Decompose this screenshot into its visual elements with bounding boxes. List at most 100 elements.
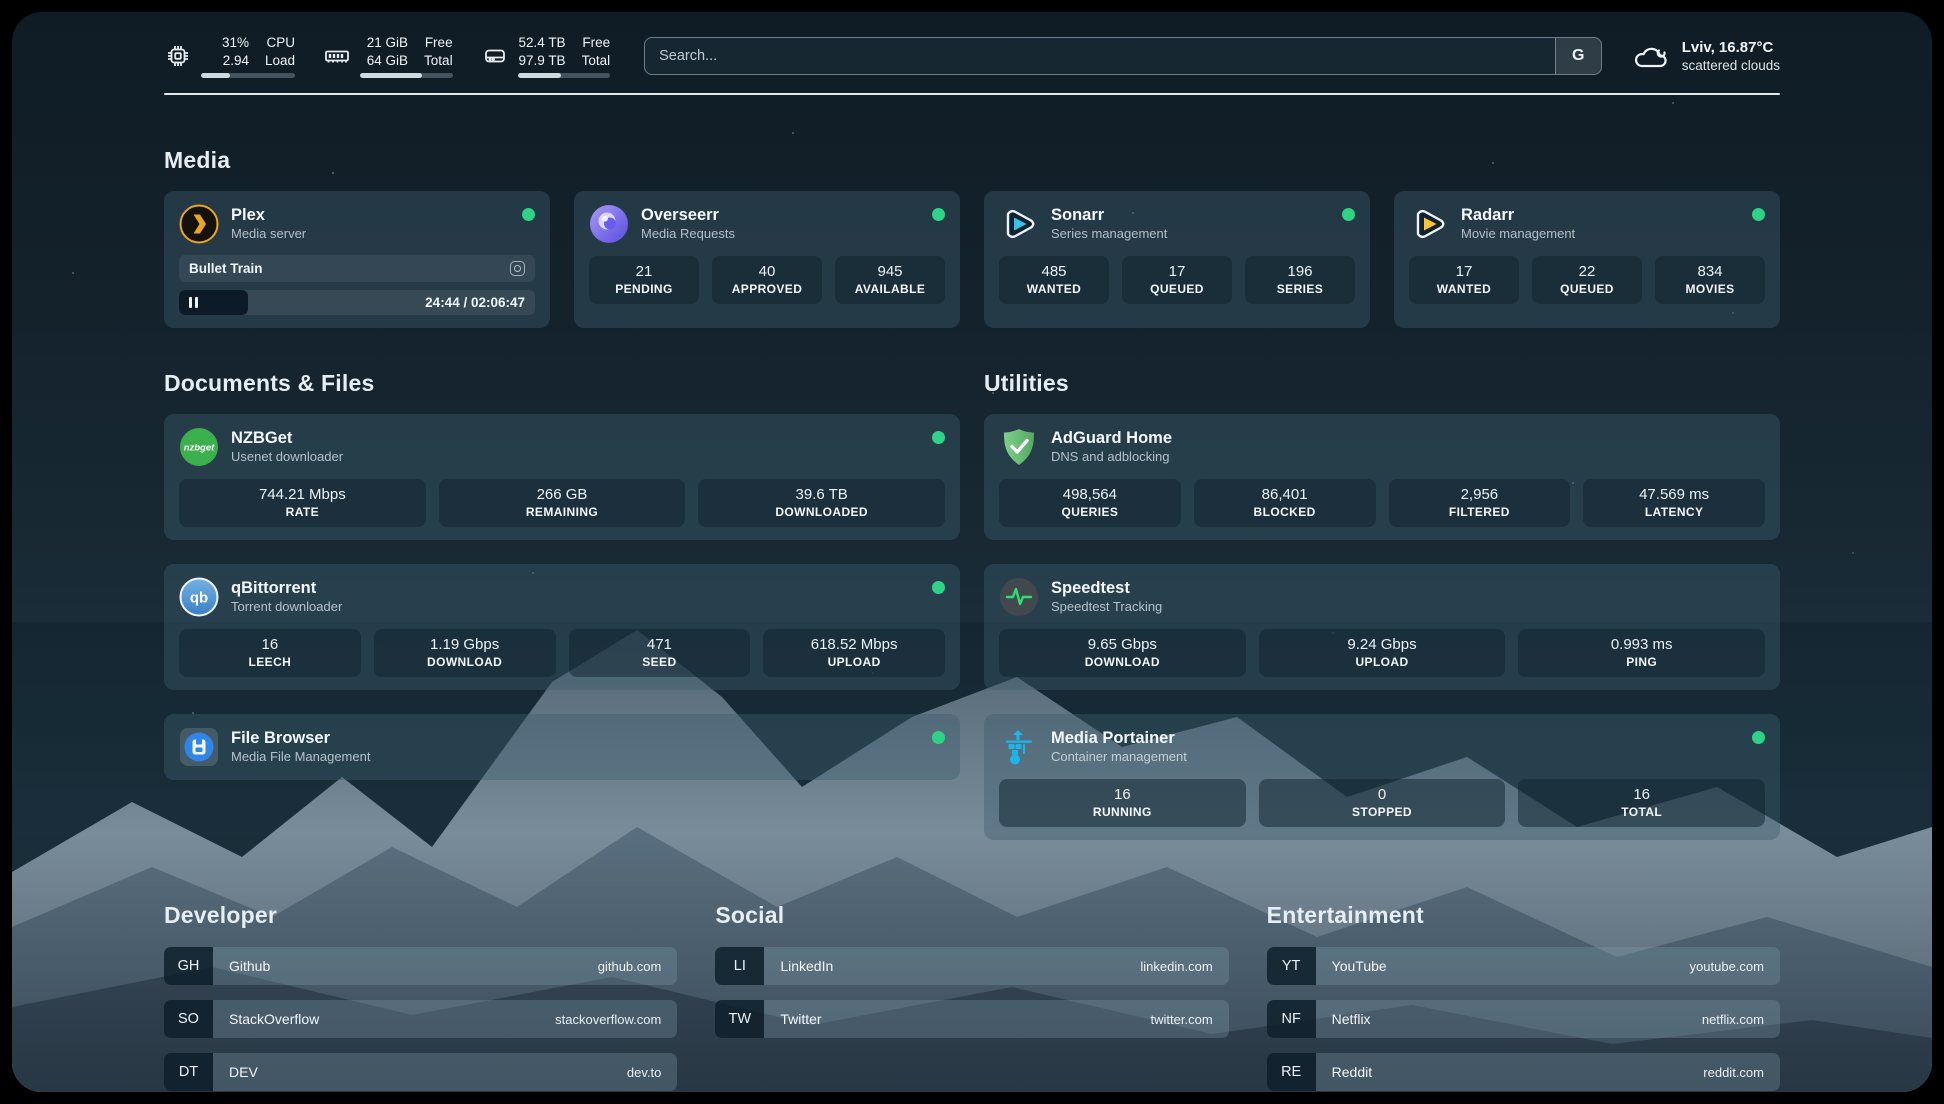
search-input[interactable] bbox=[645, 38, 1555, 74]
app-subtitle: Movie management bbox=[1461, 226, 1740, 243]
stat-tile: 39.6 TBDOWNLOADED bbox=[698, 479, 945, 527]
app-title: Overseerr bbox=[641, 205, 920, 226]
disk-total-label: Total bbox=[582, 52, 611, 70]
status-online-dot bbox=[522, 208, 535, 221]
app-title: Radarr bbox=[1461, 205, 1740, 226]
plex-icon bbox=[179, 204, 219, 244]
bookmark-url: netflix.com bbox=[1702, 1012, 1764, 1027]
disk-stat: 52.4 TB97.9 TB FreeTotal bbox=[481, 34, 611, 78]
bookmark-abbr: YT bbox=[1267, 947, 1316, 985]
cpu-progress-bar bbox=[201, 73, 295, 78]
ram-total-value: 64 GiB bbox=[360, 52, 408, 70]
app-title: Media Portainer bbox=[1051, 728, 1740, 749]
stat-tile: 1.19 GbpsDOWNLOAD bbox=[374, 629, 556, 677]
stat-tile: 86,401BLOCKED bbox=[1194, 479, 1376, 527]
app-subtitle: Usenet downloader bbox=[231, 449, 920, 466]
bookmark-stackoverflow[interactable]: SO StackOverflowstackoverflow.com bbox=[164, 1000, 677, 1038]
bookmark-url: stackoverflow.com bbox=[555, 1012, 661, 1027]
bookmark-dev[interactable]: DT DEV dev.to bbox=[164, 1053, 677, 1091]
stat-tile: 21PENDING bbox=[589, 256, 699, 304]
card-nzbget[interactable]: nzbget NZBGet Usenet downloader 744.21 M… bbox=[164, 414, 960, 540]
app-subtitle: Media File Management bbox=[231, 749, 920, 766]
card-plex[interactable]: Plex Media server Bullet Train 24:44 / bbox=[164, 191, 550, 328]
cloud-icon bbox=[1632, 41, 1670, 71]
ram-icon bbox=[323, 42, 351, 70]
bookmark-abbr: LI bbox=[715, 947, 764, 985]
bookmark-abbr: DT bbox=[164, 1053, 213, 1091]
stat-tile: 2,956FILTERED bbox=[1389, 479, 1571, 527]
section-title-social: Social bbox=[715, 902, 1228, 929]
card-speedtest[interactable]: Speedtest Speedtest Tracking 9.65 GbpsDO… bbox=[984, 564, 1780, 690]
card-adguard[interactable]: AdGuard Home DNS and adblocking 498,564Q… bbox=[984, 414, 1780, 540]
search-provider-button[interactable]: G bbox=[1555, 38, 1601, 74]
bookmark-name: Reddit bbox=[1332, 1064, 1372, 1080]
pause-icon[interactable] bbox=[189, 297, 198, 308]
stat-tile: 22QUEUED bbox=[1532, 256, 1642, 304]
disk-free-label: Free bbox=[582, 34, 611, 52]
dashboard-screen: 31%2.94 CPULoad bbox=[12, 12, 1932, 1092]
bookmark-netflix[interactable]: NF Netflixnetflix.com bbox=[1267, 1000, 1780, 1038]
status-online-dot bbox=[932, 731, 945, 744]
stat-tile: 9.24 GbpsUPLOAD bbox=[1259, 629, 1506, 677]
bookmark-name: DEV bbox=[229, 1064, 258, 1080]
top-bar: 31%2.94 CPULoad bbox=[164, 34, 1780, 78]
radarr-icon bbox=[1409, 204, 1449, 244]
cpu-icon bbox=[164, 42, 192, 70]
speedtest-icon bbox=[999, 577, 1039, 617]
status-online-dot bbox=[932, 208, 945, 221]
status-online-dot bbox=[932, 431, 945, 444]
bookmark-youtube[interactable]: YT YouTubeyoutube.com bbox=[1267, 947, 1780, 985]
bookmark-reddit[interactable]: RE Redditreddit.com bbox=[1267, 1053, 1780, 1091]
weather-condition: scattered clouds bbox=[1682, 57, 1780, 75]
ram-total-label: Total bbox=[424, 52, 453, 70]
bookmark-url: dev.to bbox=[627, 1065, 661, 1080]
section-title-utilities: Utilities bbox=[984, 370, 1780, 397]
overseerr-icon bbox=[589, 204, 629, 244]
card-sonarr[interactable]: Sonarr Series management 485WANTED 17QUE… bbox=[984, 191, 1370, 328]
cpu-label: CPU bbox=[265, 34, 295, 52]
bookmark-abbr: TW bbox=[715, 1000, 764, 1038]
section-title-documents: Documents & Files bbox=[164, 370, 960, 397]
app-title: NZBGet bbox=[231, 428, 920, 449]
header-divider bbox=[164, 93, 1780, 95]
stat-tile: 498,564QUERIES bbox=[999, 479, 1181, 527]
app-subtitle: Speedtest Tracking bbox=[1051, 599, 1765, 616]
app-title: AdGuard Home bbox=[1051, 428, 1765, 449]
card-overseerr[interactable]: Overseerr Media Requests 21PENDING 40APP… bbox=[574, 191, 960, 328]
stat-tile: 17QUEUED bbox=[1122, 256, 1232, 304]
disk-progress-bar bbox=[518, 73, 611, 78]
app-subtitle: Media Requests bbox=[641, 226, 920, 243]
cpu-percent: 31% bbox=[201, 34, 249, 52]
status-online-dot bbox=[1752, 208, 1765, 221]
bookmark-url: linkedin.com bbox=[1140, 959, 1212, 974]
cpu-stat: 31%2.94 CPULoad bbox=[164, 34, 295, 78]
bookmark-abbr: RE bbox=[1267, 1053, 1316, 1091]
svg-text:qb: qb bbox=[190, 590, 208, 607]
playback-time: 24:44 / 02:06:47 bbox=[425, 290, 525, 315]
card-filebrowser[interactable]: File Browser Media File Management bbox=[164, 714, 960, 780]
section-title-entertainment: Entertainment bbox=[1267, 902, 1780, 929]
status-online-dot bbox=[932, 581, 945, 594]
app-subtitle: Container management bbox=[1051, 749, 1740, 766]
stat-tile: 0.993 msPING bbox=[1518, 629, 1765, 677]
stat-tile: 47.569 msLATENCY bbox=[1583, 479, 1765, 527]
section-title-media: Media bbox=[164, 147, 1780, 174]
stat-tile: 834MOVIES bbox=[1655, 256, 1765, 304]
qbittorrent-icon: qb bbox=[179, 577, 219, 617]
stat-tile: 471SEED bbox=[569, 629, 751, 677]
card-radarr[interactable]: Radarr Movie management 17WANTED 22QUEUE… bbox=[1394, 191, 1780, 328]
app-title: Speedtest bbox=[1051, 578, 1765, 599]
bookmark-linkedin[interactable]: LI LinkedInlinkedin.com bbox=[715, 947, 1228, 985]
card-portainer[interactable]: Media Portainer Container management 16R… bbox=[984, 714, 1780, 840]
disk-free-value: 52.4 TB bbox=[518, 34, 566, 52]
memory-progress-bar bbox=[360, 73, 453, 78]
disk-total-value: 97.9 TB bbox=[518, 52, 566, 70]
card-qbittorrent[interactable]: qb qBittorrent Torrent downloader 16LEEC… bbox=[164, 564, 960, 690]
bookmark-github[interactable]: GH Githubgithub.com bbox=[164, 947, 677, 985]
app-subtitle: DNS and adblocking bbox=[1051, 449, 1765, 466]
bookmark-name: Netflix bbox=[1332, 1011, 1371, 1027]
bookmark-twitter[interactable]: TW Twittertwitter.com bbox=[715, 1000, 1228, 1038]
stat-tile: 17WANTED bbox=[1409, 256, 1519, 304]
stat-tile: 618.52 MbpsUPLOAD bbox=[763, 629, 945, 677]
bookmark-url: twitter.com bbox=[1151, 1012, 1213, 1027]
